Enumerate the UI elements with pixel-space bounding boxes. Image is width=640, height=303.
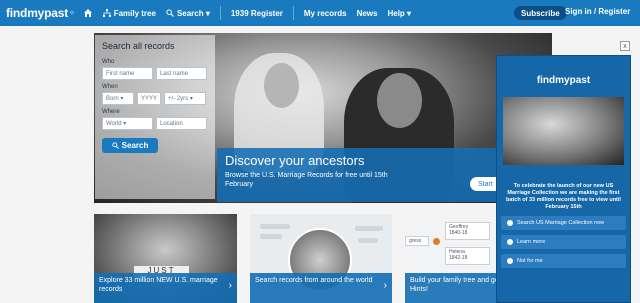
where-select[interactable]: World ▾ [102,117,153,130]
radio-icon [507,239,513,245]
search-panel-title: Search all records [102,41,175,51]
discover-banner: Discover your ancestors Browse the U.S. … [217,148,503,202]
option-learn-more[interactable]: Learn more [501,235,626,249]
subscribe-button[interactable]: Subscribe [514,6,567,20]
who-label: Who [102,59,115,65]
card-caption-text: Explore 33 million NEW U.S. marriage rec… [99,277,218,293]
nav-divider [292,6,294,20]
nav-help[interactable]: Help ▾ [387,9,411,18]
card-world-records[interactable]: Search records from around the world › [250,214,392,303]
record-chip [260,234,282,239]
nav-family-tree-label: Family tree [113,8,156,18]
nav-divider [219,6,221,20]
option-label: Not for me [517,258,543,264]
card-caption: Search records from around the world › [250,273,392,303]
chevron-right-icon: › [228,280,232,291]
discover-heading: Discover your ancestors [225,153,365,168]
nav-search-label: Search ▾ [176,8,210,18]
popup-logo: findmypast [536,75,591,86]
born-select[interactable]: Born ▾ [102,92,134,105]
family-tree-icon [102,9,111,17]
popup-message: To celebrate the launch of our new US Ma… [506,183,621,210]
nav-news-label: News [356,8,378,18]
nav-1939-register[interactable]: 1939 Register [231,9,283,18]
option-label: Learn more [517,239,546,245]
search-button-label: Search [121,141,149,150]
search-panel: Search all records Who First name Last n… [95,35,215,199]
nav-news[interactable]: News [357,9,378,18]
first-name-input[interactable]: First name [102,67,153,80]
where-label: Where [102,109,120,115]
option-label: Search US Marriage Collection now [517,220,605,226]
location-input[interactable]: Location [156,117,207,130]
card-caption-text: Build your family tree and get Hints! [410,277,501,293]
nav-family-tree[interactable]: Family tree [102,8,156,18]
nav-my-records[interactable]: My records [304,9,347,18]
groom-face [377,73,422,128]
close-icon[interactable]: x [620,41,630,51]
home-icon[interactable] [83,8,93,18]
when-label: When [102,84,118,90]
signin-register-link[interactable]: Sign in / Register [565,7,630,16]
option-search-us-marriage[interactable]: Search US Marriage Collection now [501,216,626,230]
chevron-right-icon: › [383,280,387,291]
card-us-marriage[interactable]: JUST Explore 33 million NEW U.S. marriag… [94,214,237,303]
hint-dot-icon [433,238,440,245]
tree-person-card[interactable]: Geoffrey 1840-18 [445,222,490,240]
record-chip [358,238,378,243]
search-icon [166,9,174,17]
option-not-for-me[interactable]: Not for me [501,254,626,268]
findmypast-logo[interactable]: findmypast ⁘ [6,6,75,20]
bride-face [264,63,299,108]
person-years: 1840-18 [449,230,468,236]
year-range-select[interactable]: +/- 2yrs ▾ [164,92,206,105]
search-button[interactable]: Search [102,138,158,153]
nav-search[interactable]: Search ▾ [166,9,210,18]
record-chip [355,226,383,231]
search-icon [112,142,119,149]
nav-my-records-label: My records [303,8,347,18]
popup-photo [503,97,624,165]
year-input[interactable]: YYYY [137,92,161,105]
radio-icon [507,258,513,264]
card-caption: Explore 33 million NEW U.S. marriage rec… [94,273,237,303]
tree-person-card[interactable]: Helena 1842-18 [445,247,490,265]
nav-help-label: Help ▾ [387,8,412,18]
promo-popup: findmypast To celebrate the launch of ou… [496,55,631,303]
logo-text: findmypast [6,6,69,20]
radio-icon [507,220,513,226]
discover-text: Browse the U.S. Marriage Records for fre… [225,172,388,188]
logo-dots-icon: ⁘ [69,10,75,17]
record-chip [260,224,290,229]
card-caption-text: Search records from around the world [255,277,373,284]
progress-label: gress [405,236,429,246]
last-name-input[interactable]: Last name [156,67,207,80]
person-years: 1842-18 [449,255,468,261]
nav-1939-register-label: 1939 Register [230,8,283,18]
